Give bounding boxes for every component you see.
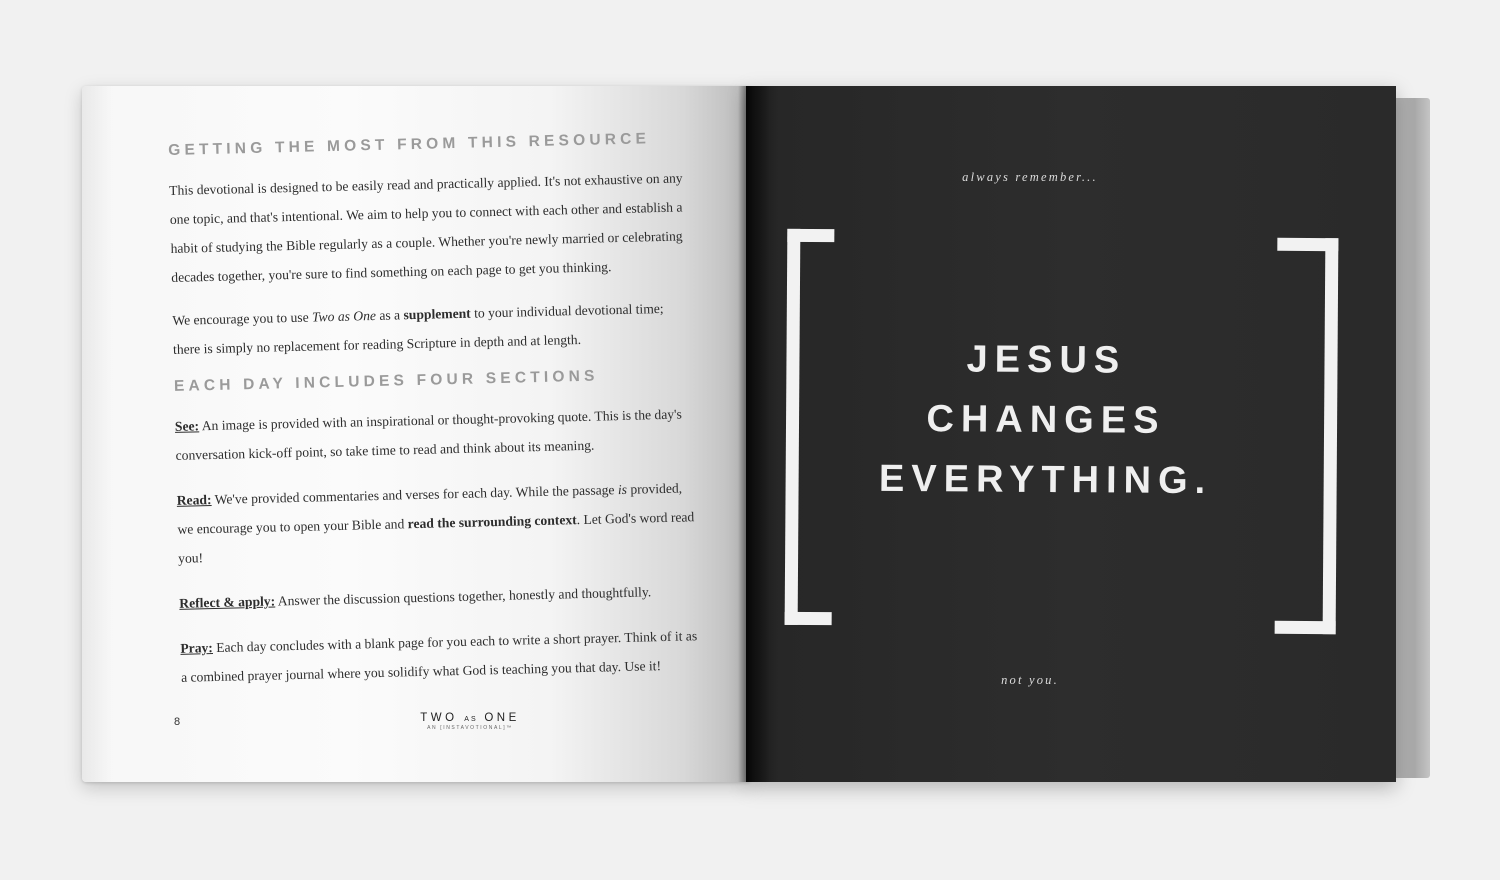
right-bracket-shape xyxy=(1274,237,1339,635)
brand-word-as: AS xyxy=(464,716,478,723)
section-pray: Pray: Each day concludes with a blank pa… xyxy=(180,621,701,692)
headline-line-2: CHANGES xyxy=(926,398,1166,442)
always-remember-text: always remember... xyxy=(962,170,1098,184)
reflect-text: Answer the discussion questions together… xyxy=(274,584,652,609)
pray-label: Pray: xyxy=(180,640,214,656)
read-label: Read: xyxy=(176,492,212,508)
section-read: Read: We've provided commentaries and ve… xyxy=(176,473,698,573)
supplement-strong: supplement xyxy=(403,305,471,323)
brand-word-two: TWO xyxy=(420,712,458,724)
supplement-text-b: as a xyxy=(375,307,404,323)
reflect-label: Reflect & apply: xyxy=(179,593,276,611)
left-page-content: GETTING THE MOST FROM THIS RESOURCE This… xyxy=(168,129,702,708)
read-text-a: We've provided commentaries and verses f… xyxy=(211,482,619,508)
intro-paragraph: This devotional is designed to be easily… xyxy=(169,170,683,285)
pray-text: Each day concludes with a blank page for… xyxy=(180,628,698,685)
book-page-edges xyxy=(1392,98,1430,778)
read-strong: read the surrounding context xyxy=(407,512,577,532)
page-footer: 8 TWO AS ONE AN [INSTAVOTIONAL]™ xyxy=(174,710,694,740)
book-title-italic: Two as One xyxy=(311,307,377,325)
page-number: 8 xyxy=(174,716,181,728)
section-heading-getting-most: GETTING THE MOST FROM THIS RESOURCE xyxy=(168,130,651,159)
see-label: See: xyxy=(174,418,200,434)
right-page: always remember... JESUS CHANGES EVERYTH… xyxy=(746,86,1396,782)
brand-wordmark: TWO AS ONE xyxy=(400,712,540,724)
headline: JESUS CHANGES EVERYTHING. xyxy=(825,328,1266,511)
section-see: See: An image is provided with an inspir… xyxy=(175,399,696,470)
see-text: An image is provided with an inspiration… xyxy=(175,406,682,463)
brand-word-one: ONE xyxy=(484,712,520,724)
headline-line-1: JESUS xyxy=(966,338,1127,382)
brand-logo: TWO AS ONE AN [INSTAVOTIONAL]™ xyxy=(400,712,540,731)
open-book-scene: GETTING THE MOST FROM THIS RESOURCE This… xyxy=(0,0,1500,880)
headline-line-3: EVERYTHING. xyxy=(878,457,1213,503)
supplement-paragraph: We encourage you to use Two as One as a … xyxy=(172,293,693,364)
supplement-text-a: We encourage you to use xyxy=(172,309,313,328)
not-you-text: not you. xyxy=(1001,673,1059,687)
book-spine-shadow xyxy=(738,86,754,782)
section-heading-four-sections: EACH DAY INCLUDES FOUR SECTIONS xyxy=(173,367,599,395)
left-page: GETTING THE MOST FROM THIS RESOURCE This… xyxy=(82,86,750,782)
section-reflect: Reflect & apply: Answer the discussion q… xyxy=(179,576,700,618)
brand-tagline: AN [INSTAVOTIONAL]™ xyxy=(427,725,513,731)
